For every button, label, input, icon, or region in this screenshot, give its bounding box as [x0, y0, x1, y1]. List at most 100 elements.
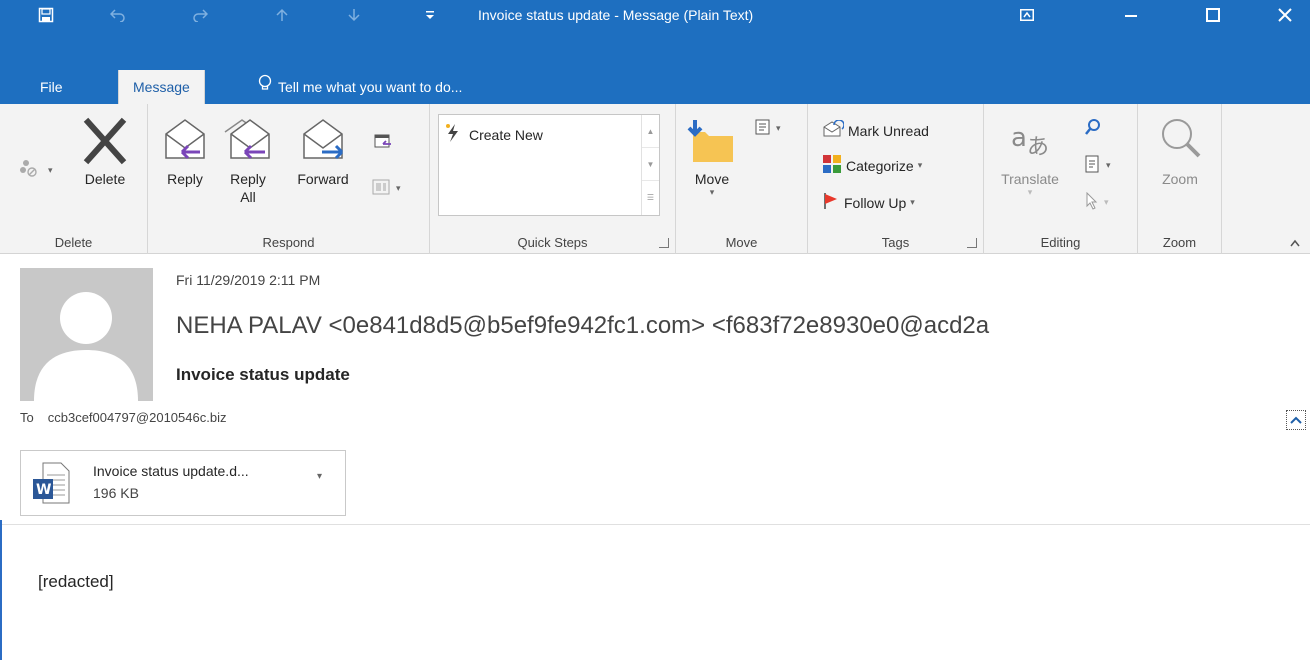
translate-button[interactable]: aあ Translate ▾ — [994, 114, 1066, 198]
more-respond-caret-icon: ▾ — [396, 183, 401, 193]
quick-step-create-new[interactable]: Create New — [445, 123, 543, 146]
undo-icon[interactable] — [98, 0, 138, 30]
scroll-down-icon[interactable]: ▼ — [642, 148, 659, 181]
sent-date: Fri 11/29/2019 2:11 PM — [176, 272, 321, 288]
delete-group: ▾ Delete Delete — [0, 104, 148, 254]
more-respond-button[interactable]: ▾ — [372, 178, 401, 199]
translate-icon: aあ — [1005, 114, 1055, 169]
quick-steps-gallery[interactable]: Create New ▲ ▼ ☰ — [438, 114, 660, 216]
related-caret-icon: ▾ — [1106, 160, 1111, 170]
tab-message[interactable]: Message — [118, 70, 205, 104]
to-address[interactable]: ccb3cef004797@2010546c.biz — [48, 410, 227, 425]
sender[interactable]: NEHA PALAV <0e841d8d5@b5ef9fe942fc1.com>… — [176, 312, 1310, 340]
delete-x-icon — [80, 114, 130, 169]
lightning-icon — [445, 123, 461, 146]
delete-label: Delete — [84, 171, 126, 187]
tell-me-text: Tell me what you want to do... — [278, 79, 463, 95]
delete-button[interactable]: Delete — [72, 114, 138, 187]
zoom-label: Zoom — [1162, 171, 1198, 187]
related-icon — [1084, 154, 1102, 177]
zoom-button[interactable]: Zoom — [1148, 114, 1212, 187]
translate-caret-icon: ▾ — [1027, 187, 1033, 197]
move-button[interactable]: Move ▾ — [684, 114, 740, 198]
attachment-name: Invoice status update.d... — [93, 463, 249, 479]
attachment-menu-caret-icon[interactable]: ▾ — [317, 471, 322, 482]
ribbon: ▾ Delete Delete Reply Reply All Forward … — [0, 104, 1310, 254]
rules-caret-icon: ▾ — [776, 123, 781, 133]
categorize-button[interactable]: Categorize ▾ — [822, 154, 922, 177]
down-arrow-icon[interactable] — [334, 0, 374, 30]
mark-unread-icon — [822, 119, 845, 141]
collapse-header-button[interactable] — [1286, 410, 1306, 430]
svg-text:W: W — [36, 482, 51, 498]
up-arrow-icon[interactable] — [262, 0, 302, 30]
more-respond-icon — [372, 178, 392, 199]
tags-group-label: Tags — [881, 235, 910, 250]
customize-qat-icon[interactable] — [410, 0, 450, 30]
reply-icon — [160, 114, 210, 169]
lightbulb-icon — [258, 70, 272, 104]
redo-icon[interactable] — [180, 0, 220, 30]
forward-button[interactable]: Forward — [288, 114, 358, 187]
editing-group-label: Editing — [1040, 235, 1081, 250]
to-row: To ccb3cef004797@2010546c.biz — [20, 410, 226, 425]
close-icon[interactable] — [1262, 0, 1308, 30]
quick-steps-launcher-icon[interactable] — [659, 238, 669, 248]
chevron-up-icon — [1290, 234, 1300, 250]
follow-up-button[interactable]: Follow Up ▾ — [822, 192, 915, 213]
mark-unread-button[interactable]: Mark Unread — [822, 119, 929, 141]
window-title: Invoice status update - Message (Plain T… — [478, 7, 754, 23]
related-button[interactable]: ▾ — [1084, 154, 1111, 177]
categorize-label: Categorize — [846, 157, 914, 174]
to-label: To — [20, 410, 34, 425]
ribbon-display-icon[interactable] — [1004, 0, 1050, 30]
save-icon[interactable] — [26, 0, 66, 30]
find-icon — [1084, 118, 1102, 139]
rules-button[interactable]: ▾ — [754, 118, 781, 139]
tell-me-search[interactable]: Tell me what you want to do... — [258, 70, 462, 104]
reply-button[interactable]: Reply — [158, 114, 212, 187]
minimize-icon[interactable] — [1108, 0, 1154, 30]
avatar — [20, 268, 153, 401]
categorize-caret-icon: ▾ — [917, 160, 923, 170]
expand-gallery-icon[interactable]: ☰ — [642, 181, 659, 214]
reply-label: Reply — [167, 171, 203, 187]
editing-group: aあ Translate ▾ ▾ ▾ Editing — [984, 104, 1138, 254]
reply-all-button[interactable]: Reply All — [218, 114, 278, 205]
zoom-group-label: Zoom — [1162, 235, 1197, 250]
zoom-group: Zoom Zoom — [1138, 104, 1222, 254]
message-body: [redacted] — [38, 572, 114, 591]
respond-group: Reply Reply All Forward ▾ Respond — [148, 104, 430, 254]
tags-group: Mark Unread Categorize ▾ Follow Up ▾ Tag… — [808, 104, 984, 254]
window-left-edge — [0, 520, 2, 660]
categorize-icon — [822, 154, 842, 177]
rules-icon — [754, 118, 772, 139]
ignore-button[interactable]: ▾ — [18, 158, 53, 183]
quick-steps-scroll[interactable]: ▲ ▼ ☰ — [641, 115, 659, 215]
follow-up-caret-icon: ▾ — [910, 197, 915, 207]
tags-launcher-icon[interactable] — [967, 238, 977, 248]
scroll-up-icon[interactable]: ▲ — [642, 115, 659, 148]
maximize-icon[interactable] — [1190, 0, 1236, 30]
mark-unread-label: Mark Unread — [848, 122, 929, 139]
flag-icon — [822, 192, 840, 213]
ignore-icon — [18, 158, 44, 183]
header-divider — [0, 524, 1310, 525]
move-group-label: Move — [725, 235, 758, 250]
select-button[interactable]: ▾ — [1084, 191, 1109, 213]
subject: Invoice status update — [176, 365, 350, 384]
attachment-card[interactable]: W Invoice status update.d... 196 KB ▾ — [20, 450, 346, 516]
quick-steps-group: Create New ▲ ▼ ☰ Quick Steps — [430, 104, 676, 254]
find-button[interactable] — [1084, 118, 1102, 139]
collapse-ribbon-button[interactable] — [1290, 234, 1300, 250]
translate-label: Translate — [1001, 171, 1059, 187]
chevron-up-icon — [1290, 413, 1302, 427]
reply-all-label-1: Reply — [230, 171, 266, 187]
respond-group-label: Respond — [262, 235, 315, 250]
svg-text:あ: あ — [1027, 135, 1049, 160]
tab-file[interactable]: File — [26, 70, 77, 104]
move-caret-icon: ▾ — [709, 187, 715, 197]
follow-up-label: Follow Up — [844, 194, 907, 211]
meeting-reply-button[interactable] — [374, 132, 392, 153]
forward-icon — [298, 114, 348, 169]
